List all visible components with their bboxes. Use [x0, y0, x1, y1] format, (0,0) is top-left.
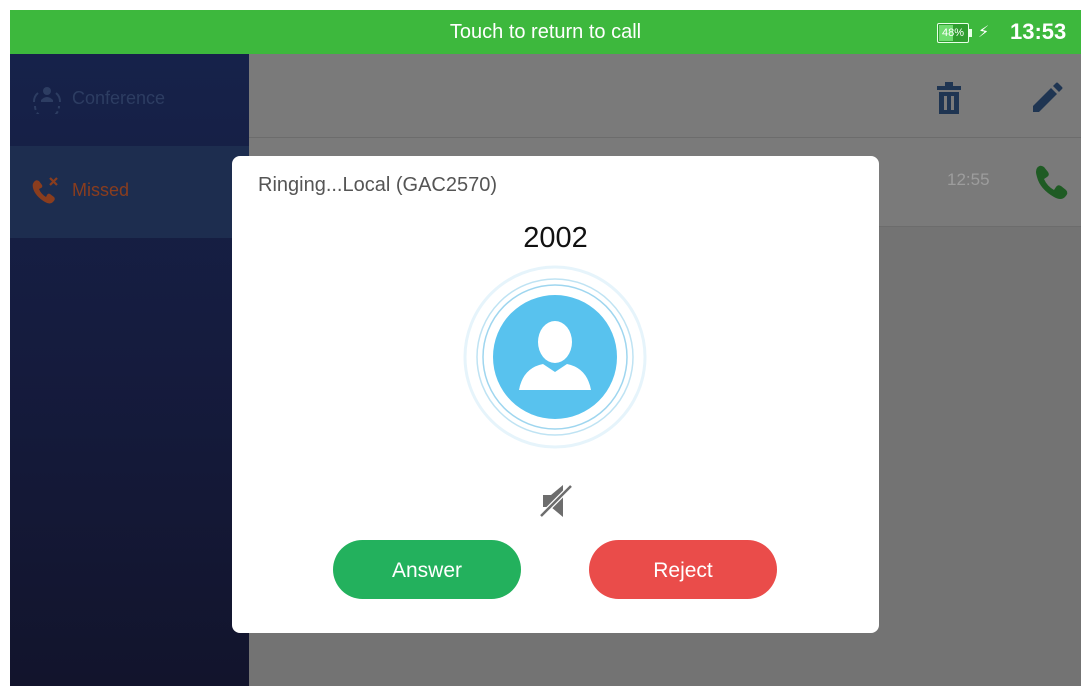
conference-icon [33, 87, 61, 114]
status-bar: Touch to return to call 48% ⚡︎ 13:53 [10, 10, 1081, 54]
contact-avatar-icon [463, 265, 647, 449]
missed-call-icon [32, 177, 58, 204]
speaker-muted-icon[interactable] [535, 480, 577, 522]
sidebar-item-conference[interactable]: Conference [10, 54, 249, 146]
phone-icon[interactable] [1029, 162, 1069, 202]
trash-icon[interactable] [934, 82, 964, 116]
sidebar: Conference Missed [10, 54, 249, 686]
sidebar-item-missed[interactable]: Missed [10, 146, 249, 238]
phone-screen: Touch to return to call 48% ⚡︎ 13:53 Con… [10, 10, 1081, 686]
status-clock: 13:53 [1010, 19, 1067, 44]
call-time: 12:55 [947, 170, 990, 189]
answer-button[interactable]: Answer [333, 540, 521, 599]
call-log-toolbar [249, 54, 1081, 138]
battery-percent: 48% [941, 27, 965, 39]
return-to-call-banner[interactable]: Touch to return to call [10, 10, 1081, 54]
pencil-icon[interactable] [1029, 80, 1063, 114]
incoming-call-dialog: Ringing...Local (GAC2570) 2002 Answer Re… [232, 156, 879, 633]
battery-icon: 48% [937, 23, 972, 43]
sidebar-item-label: Missed [72, 180, 130, 200]
caller-number: 2002 [523, 222, 588, 254]
call-status: Ringing...Local (GAC2570) [258, 174, 498, 196]
reject-button[interactable]: Reject [589, 540, 777, 599]
charging-icon: ⚡︎ [978, 24, 990, 41]
sidebar-item-label: Conference [72, 88, 166, 108]
